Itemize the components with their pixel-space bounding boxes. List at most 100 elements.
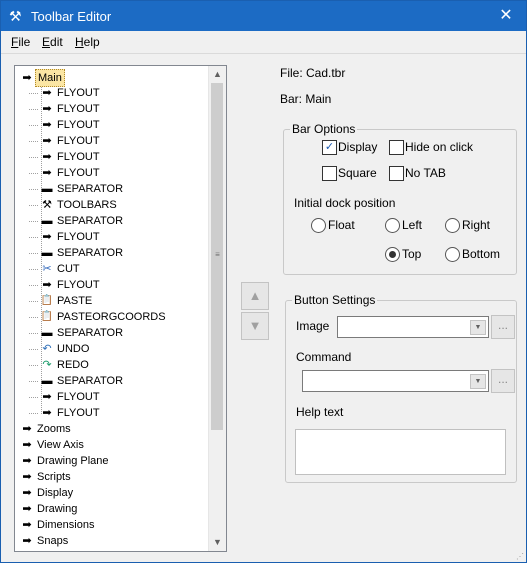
tree-item[interactable]: ➡ Drawing Plane <box>19 453 111 469</box>
tree-connector-line <box>29 189 38 190</box>
separator-icon: ▬ <box>41 215 53 228</box>
move-down-button[interactable]: ▼ <box>241 312 269 340</box>
title-bar[interactable]: ⚒ Toolbar Editor ✕ <box>1 1 526 31</box>
tree-item[interactable]: ➡ Drawing <box>19 501 79 517</box>
menu-file-label: ile <box>18 35 31 49</box>
menu-edit[interactable]: Edit <box>42 35 63 49</box>
tree-item[interactable]: 📋 PASTE <box>29 293 94 309</box>
tree-item[interactable]: ➡ FLYOUT <box>29 389 102 405</box>
arrow-right-icon: ➡ <box>42 407 52 420</box>
scissors-icon: ✂ <box>42 263 52 276</box>
tree-item[interactable]: ✂ CUT <box>29 261 82 277</box>
dock-float-label: Float <box>328 218 355 232</box>
tree-item-label: SEPARATOR <box>57 375 124 388</box>
tree-connector-line <box>29 333 38 334</box>
resize-grip-icon[interactable]: ⋰ <box>516 553 524 561</box>
tree-item-label: FLYOUT <box>57 407 100 420</box>
dock-bottom-radio[interactable] <box>445 247 460 262</box>
tree-item[interactable]: ➡ FLYOUT <box>29 149 102 165</box>
tree-item[interactable]: ▬ SEPARATOR <box>29 181 125 197</box>
tree-item[interactable]: ▬ SEPARATOR <box>29 325 125 341</box>
tree-connector-line <box>29 285 38 286</box>
image-combo[interactable]: ▼ <box>337 316 489 338</box>
command-browse-button[interactable]: ... <box>491 369 515 393</box>
tree-item[interactable]: ⚒ TOOLBARS <box>29 197 119 213</box>
tree-item-label: Scripts <box>37 471 71 484</box>
tree-item[interactable]: ▬ SEPARATOR <box>29 213 125 229</box>
grip-icon: ≡ <box>215 250 220 259</box>
tree-item[interactable]: ▬ SEPARATOR <box>29 373 125 389</box>
square-checkbox[interactable] <box>322 166 337 181</box>
arrow-right-icon: ➡ <box>42 87 52 100</box>
dock-position-label: Initial dock position <box>294 196 396 210</box>
dock-right-label: Right <box>462 218 491 232</box>
dock-right-radio[interactable] <box>445 218 460 233</box>
tree-item[interactable]: ➡ Scripts <box>19 469 73 485</box>
menu-help[interactable]: Help <box>75 35 100 49</box>
hide-on-click-label: Hide on click <box>405 140 474 154</box>
tree-item[interactable]: ➡ Zooms <box>19 421 73 437</box>
command-combo[interactable]: ▼ <box>302 370 489 392</box>
tree-item[interactable]: ➡ View Axis <box>19 437 86 453</box>
tree-item[interactable]: ▬ SEPARATOR <box>29 245 125 261</box>
scroll-thumb[interactable]: ≡ <box>211 83 223 430</box>
arrow-right-icon: ➡ <box>22 455 32 468</box>
no-tab-checkbox[interactable] <box>389 166 404 181</box>
menu-edit-mnemonic: E <box>42 35 51 49</box>
tree-item[interactable]: ➡ FLYOUT <box>29 117 102 133</box>
tools-icon: ⚒ <box>9 8 22 24</box>
toolbar-tree[interactable]: ▲ ≡ ▼ ➡ Main ➡ FLYOUT ➡ FLYOUT ➡ FLYOUT ➡ FLYOUT ➡… <box>14 65 227 552</box>
file-info: File: Cad.tbr <box>280 66 346 80</box>
scroll-down-arrow-icon[interactable]: ▼ <box>209 534 226 551</box>
scroll-up-arrow-icon[interactable]: ▲ <box>209 66 226 83</box>
tree-item[interactable]: ➡ FLYOUT <box>29 101 102 117</box>
arrow-right-icon: ➡ <box>42 231 52 244</box>
tree-item[interactable]: ➡ Main <box>19 69 65 87</box>
arrow-right-icon: ➡ <box>42 167 52 180</box>
window-title: Toolbar Editor <box>31 9 112 24</box>
tree-item[interactable]: ➡ FLYOUT <box>29 405 102 421</box>
tree-item-label: FLYOUT <box>57 231 100 244</box>
tree-item[interactable]: ↶ UNDO <box>29 341 91 357</box>
separator-icon: ▬ <box>41 375 53 388</box>
tools-icon: ⚒ <box>42 199 52 212</box>
image-label: Image <box>296 319 330 333</box>
tree-item[interactable]: 📋 PASTEORGCOORDS <box>29 309 168 325</box>
image-browse-button[interactable]: ... <box>491 315 515 339</box>
tree-item-label: SEPARATOR <box>57 183 124 196</box>
dock-top-label: Top <box>402 247 422 261</box>
command-label: Command <box>296 350 352 364</box>
tree-item[interactable]: ➡ FLYOUT <box>29 277 102 293</box>
tree-item[interactable]: ➡ FLYOUT <box>29 133 102 149</box>
tree-connector-line <box>29 269 38 270</box>
move-up-button[interactable]: ▲ <box>241 282 269 310</box>
arrow-right-icon: ➡ <box>22 72 32 84</box>
tree-item[interactable]: ↷ REDO <box>29 357 91 373</box>
tree-item[interactable]: ➡ FLYOUT <box>29 85 102 101</box>
redo-icon: ↷ <box>42 359 52 372</box>
tree-item-label: SEPARATOR <box>57 247 124 260</box>
tree-connector-line <box>29 397 38 398</box>
chevron-down-icon[interactable]: ▼ <box>470 320 486 335</box>
tree-scrollbar[interactable]: ▲ ≡ ▼ <box>208 66 226 551</box>
dock-float-radio[interactable] <box>311 218 326 233</box>
dock-left-radio[interactable] <box>385 218 400 233</box>
close-button[interactable]: ✕ <box>486 1 526 31</box>
tree-item-label: Drawing <box>37 503 78 516</box>
tree-item[interactable]: ➡ Display <box>19 485 75 501</box>
tree-item[interactable]: ➡ FLYOUT <box>29 165 102 181</box>
menu-file[interactable]: File <box>11 35 30 49</box>
arrow-right-icon: ➡ <box>42 135 52 148</box>
arrow-right-icon: ➡ <box>22 439 32 452</box>
tree-item-label: UNDO <box>57 343 90 356</box>
help-text-field[interactable] <box>295 429 506 475</box>
dock-top-radio[interactable] <box>385 247 400 262</box>
hide-on-click-checkbox[interactable] <box>389 140 404 155</box>
tree-item[interactable]: ➡ Dimensions <box>19 517 96 533</box>
display-checkbox[interactable]: ✓ <box>322 140 337 155</box>
tree-item-label: FLYOUT <box>57 391 100 404</box>
tree-item[interactable]: ➡ Snaps <box>19 533 70 549</box>
tree-item[interactable]: ➡ FLYOUT <box>29 229 102 245</box>
chevron-down-icon[interactable]: ▼ <box>470 374 486 389</box>
tree-item-label: FLYOUT <box>57 151 100 164</box>
